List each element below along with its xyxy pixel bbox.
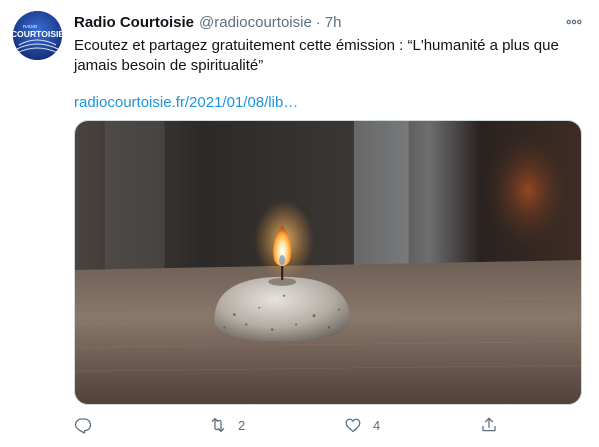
tweet-text: Ecoutez et partagez gratuitement cette é… — [74, 37, 563, 74]
action-bar: 2 4 — [74, 414, 504, 436]
radio-courtoisie-logo: RADIO COURTOISIE — [13, 11, 62, 60]
retweet-count: 2 — [238, 417, 246, 433]
avatar[interactable]: RADIO COURTOISIE — [13, 11, 62, 60]
heart-icon — [345, 418, 361, 433]
timestamp[interactable]: 7h — [325, 14, 342, 31]
retweet-button[interactable]: 2 — [209, 414, 245, 436]
share-button[interactable] — [480, 414, 498, 436]
reply-button[interactable] — [74, 414, 92, 436]
reply-icon — [74, 418, 92, 434]
more-options-button[interactable] — [563, 12, 585, 32]
share-icon — [482, 417, 496, 432]
display-name[interactable]: Radio Courtoisie — [74, 14, 194, 31]
more-icon — [566, 19, 582, 25]
separator-dot: · — [315, 13, 321, 31]
like-count: 4 — [373, 417, 381, 433]
tweet-header: Radio Courtoisie @radiocourtoisie · 7h — [74, 12, 341, 32]
avatar-logo-text: COURTOISIE — [13, 29, 62, 39]
user-handle[interactable]: @radiocourtoisie — [199, 14, 312, 31]
tweet-link[interactable]: radiocourtoisie.fr/2021/01/08/lib… — [74, 93, 298, 113]
like-button[interactable]: 4 — [344, 414, 380, 436]
candle-photo-icon — [75, 121, 581, 404]
media-image[interactable] — [74, 120, 582, 405]
tweet-card[interactable]: RADIO COURTOISIE Radio Courtoisie @radio… — [0, 0, 599, 447]
retweet-icon — [211, 417, 225, 433]
